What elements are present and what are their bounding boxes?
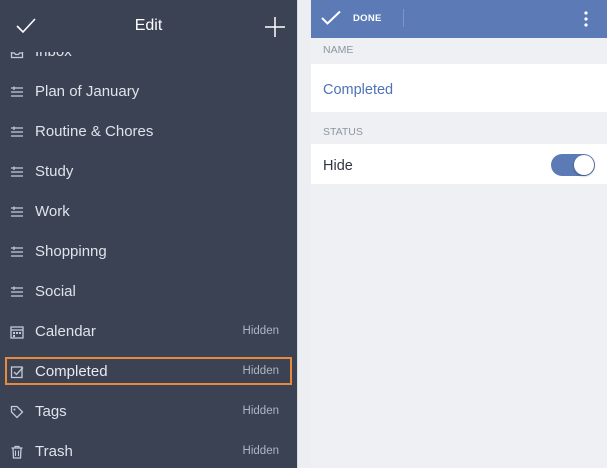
hide-label: Hide [323,158,353,174]
hidden-status: Hidden [242,405,279,417]
left-toolbar: Edit [0,0,297,52]
trash-icon [11,445,23,459]
done-button[interactable]: DONE [353,13,382,24]
list-item-social[interactable]: Social [0,272,297,312]
check-icon[interactable] [321,10,341,26]
calendar-icon [10,326,24,339]
detail-toolbar: DONE [311,0,607,38]
name-value: Completed [323,82,394,98]
list-icon [11,286,23,297]
hidden-status: Hidden [242,365,279,377]
list-item-label: Calendar [35,323,96,340]
toggle-knob [574,155,594,175]
name-section-label: NAME [323,44,354,56]
list-item-trash[interactable]: Trash Hidden [0,432,297,468]
page-title: Edit [134,17,163,34]
detail-panel: DONE NAME Completed STATUS Hide [311,0,607,468]
list-panel: Inbox Plan of January Routine & Chores S… [0,0,297,468]
hidden-status: Hidden [242,325,279,337]
toolbar-divider [403,9,404,27]
list-icon [11,86,23,97]
list-item-label: Shoppinng [35,243,107,260]
list-item-label: Social [35,283,76,300]
list-icon [11,166,23,177]
list-icon [11,126,23,137]
list-item-label: Completed [35,363,108,380]
status-section-label: STATUS [323,126,363,138]
hide-toggle[interactable] [551,154,595,176]
list-item-label: Work [35,203,70,220]
list-item-calendar[interactable]: Calendar Hidden [0,312,297,352]
list-item-study[interactable]: Study [0,152,297,192]
list-item-label: Tags [35,403,67,420]
list-item-shopping[interactable]: Shoppinng [0,232,297,272]
list-icon [11,246,23,257]
list-item-routine-chores[interactable]: Routine & Chores [0,112,297,152]
list-item-label: Plan of January [35,83,140,100]
list-item-label: Routine & Chores [35,123,154,140]
tag-icon [10,405,24,419]
list-item-label: Study [35,163,74,180]
name-field[interactable]: Completed [311,64,607,112]
list-item-label: Trash [35,443,73,460]
panel-divider [297,0,311,468]
more-icon[interactable] [583,10,589,28]
plus-icon[interactable] [264,16,286,38]
completed-icon [10,366,24,379]
list-item-work[interactable]: Work [0,192,297,232]
list-item-completed[interactable]: Completed Hidden [0,352,297,392]
list-item-plan-of-january[interactable]: Plan of January [0,72,297,112]
list-icon [11,206,23,217]
hidden-status: Hidden [242,445,279,457]
list-item-tags[interactable]: Tags Hidden [0,392,297,432]
hide-row: Hide [311,144,607,184]
list-menu: Inbox Plan of January Routine & Chores S… [0,32,297,468]
